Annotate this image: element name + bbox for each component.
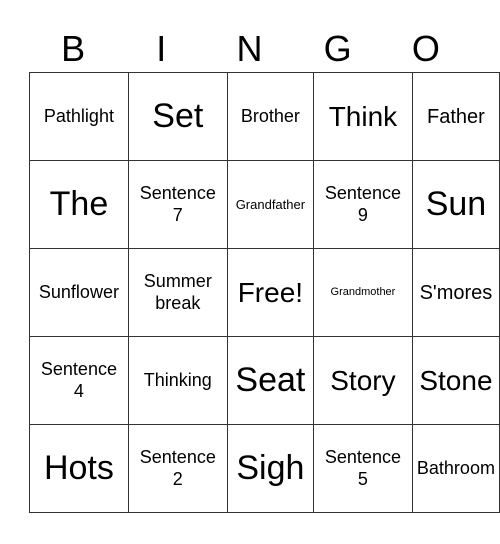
bingo-cell[interactable]: Free! xyxy=(226,248,315,337)
grid-row: Sunflower Summer break Free! Grandmother S'm… xyxy=(29,248,500,337)
bingo-cell[interactable]: Sun xyxy=(411,160,500,249)
bingo-cell[interactable]: Grandfather xyxy=(226,160,315,249)
bingo-cell[interactable]: Bathroom xyxy=(411,424,500,513)
grid-row: Pathlight Set Brother Think Father xyxy=(29,72,500,161)
header-letter-i: I xyxy=(156,28,167,69)
bingo-cell[interactable]: Hots xyxy=(29,424,129,513)
bingo-grid: Pathlight Set Brother Think Father The Sentenc… xyxy=(29,72,500,513)
bingo-cell[interactable]: Sigh xyxy=(226,424,315,513)
bingo-cell[interactable]: Thinking xyxy=(127,336,228,425)
grid-row: Hots Sentence 2 Sigh Sentence 5 Bathroom xyxy=(29,424,500,513)
bingo-cell[interactable]: Think xyxy=(313,72,413,161)
header-letter-g: G xyxy=(323,28,352,69)
header-letter-o: O xyxy=(411,28,440,69)
bingo-cell[interactable]: Sentence 7 xyxy=(127,160,228,249)
bingo-cell[interactable]: S'mores xyxy=(411,248,500,337)
bingo-cell[interactable]: Story xyxy=(313,336,413,425)
bingo-cell[interactable]: Sentence 9 xyxy=(313,160,413,249)
bingo-cell[interactable]: Father xyxy=(411,72,500,161)
bingo-cell[interactable]: Grandmother xyxy=(313,248,413,337)
header-letter-n: N xyxy=(236,28,263,69)
bingo-cell[interactable]: Sunflower xyxy=(29,248,129,337)
bingo-cell[interactable]: The xyxy=(29,160,129,249)
header-letter-b: B xyxy=(61,28,86,69)
bingo-cell[interactable]: Summer break xyxy=(127,248,228,337)
grid-row: Sentence 4 Thinking Seat Story Stone xyxy=(29,336,500,425)
bingo-cell[interactable]: Sentence 5 xyxy=(313,424,413,513)
bingo-cell[interactable]: Sentence 2 xyxy=(127,424,228,513)
bingo-cell[interactable]: Set xyxy=(127,72,228,161)
grid-row: The Sentence 7 Grandfather Sentence 9 Sun xyxy=(29,160,500,249)
bingo-cell[interactable]: Stone xyxy=(411,336,500,425)
bingo-cell[interactable]: Seat xyxy=(226,336,315,425)
bingo-cell[interactable]: Brother xyxy=(226,72,315,161)
bingo-cell[interactable]: Sentence 4 xyxy=(29,336,129,425)
bingo-cell[interactable]: Pathlight xyxy=(29,72,129,161)
bingo-header: B I N G O xyxy=(29,26,470,72)
